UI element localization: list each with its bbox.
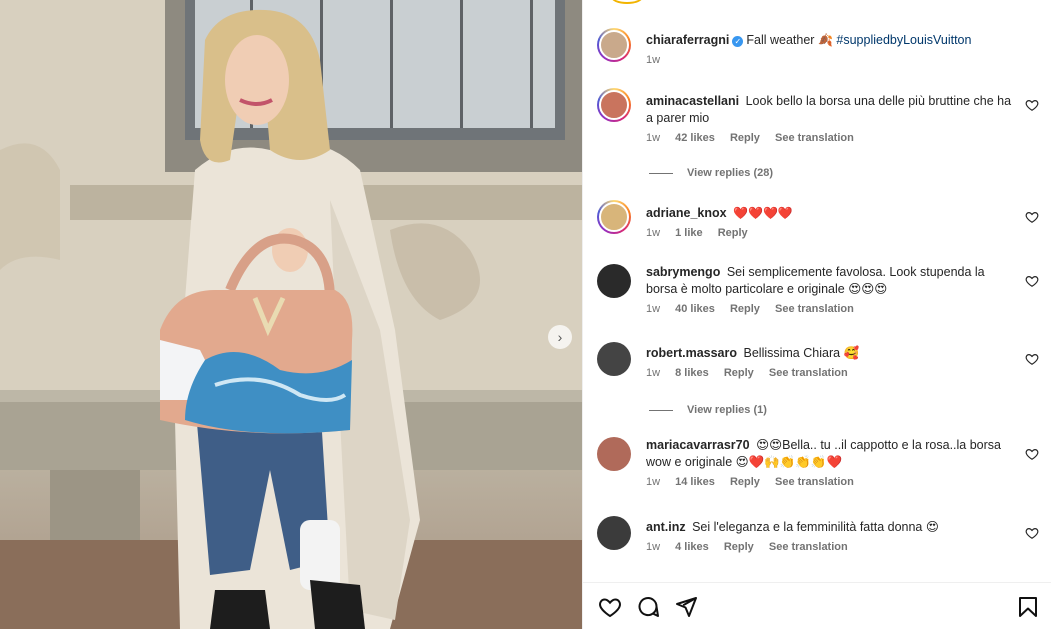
- comment-likes[interactable]: 40 likes: [675, 303, 715, 315]
- comment-time: 1w: [646, 227, 661, 239]
- view-replies-button[interactable]: View replies (28): [649, 167, 773, 179]
- next-photo-button[interactable]: ›: [548, 325, 572, 349]
- comment-text: Bellissima Chiara 🥰: [743, 346, 860, 360]
- reply-button[interactable]: Reply: [730, 303, 760, 315]
- see-translation-button[interactable]: See translation: [775, 132, 854, 144]
- verified-badge-icon: ✓: [732, 36, 744, 47]
- chevron-right-icon: ›: [557, 329, 563, 345]
- avatar[interactable]: [597, 88, 631, 122]
- comment-heart-icon[interactable]: [1025, 352, 1039, 366]
- see-translation-button[interactable]: See translation: [769, 367, 848, 379]
- reply-button[interactable]: Reply: [730, 132, 760, 144]
- comment-item: mariacavarrasr70 😍😍Bella.. tu ..il cappo…: [597, 437, 1047, 488]
- comment-heart-icon[interactable]: [1025, 526, 1039, 540]
- avatar[interactable]: [597, 264, 631, 298]
- avatar[interactable]: [597, 516, 631, 550]
- comment-item: robert.massaro Bellissima Chiara 🥰 1w 8 …: [597, 342, 1047, 379]
- reply-button[interactable]: Reply: [724, 367, 754, 379]
- story-ring-fragment: [611, 0, 643, 4]
- comment-icon[interactable]: [636, 595, 660, 619]
- comment-username[interactable]: adriane_knox: [646, 206, 727, 220]
- comment-time: 1w: [646, 367, 661, 379]
- comment-time: 1w: [646, 541, 661, 553]
- heart-icon[interactable]: [598, 595, 622, 619]
- comment-time: 1w: [646, 476, 661, 488]
- comment-heart-icon[interactable]: [1025, 98, 1039, 112]
- bookmark-icon[interactable]: [1016, 595, 1040, 619]
- comment-text: Sei l'eleganza e la femminilità fatta do…: [692, 520, 939, 534]
- see-translation-button[interactable]: See translation: [769, 541, 848, 553]
- hashtag-link[interactable]: #suppliedbyLouisVuitton: [836, 33, 971, 47]
- post-caption: chiaraferragni ✓ Fall weather 🍂 #suppliedb…: [597, 28, 1016, 66]
- comment-heart-icon[interactable]: [1025, 274, 1039, 288]
- photo-illustration: [0, 0, 582, 629]
- post-actions-bar: [583, 582, 1051, 629]
- avatar[interactable]: [597, 342, 631, 376]
- comment-likes[interactable]: 4 likes: [675, 541, 709, 553]
- comment-item: adriane_knox ❤️❤️❤️❤️ 1w 1 like Reply: [597, 200, 1047, 239]
- comments-panel: chiaraferragni ✓ Fall weather 🍂 #suppliedb…: [582, 0, 1051, 629]
- comment-time: 1w: [646, 303, 661, 315]
- comment-username[interactable]: robert.massaro: [646, 346, 737, 360]
- caption-text: Fall weather: [746, 33, 815, 47]
- share-icon[interactable]: [674, 595, 698, 619]
- comment-item: aminacastellani Look bello la borsa una …: [597, 88, 1047, 144]
- comment-likes[interactable]: 14 likes: [675, 476, 715, 488]
- post-username[interactable]: chiaraferragni: [646, 33, 729, 47]
- comment-likes[interactable]: 42 likes: [675, 132, 715, 144]
- reply-button[interactable]: Reply: [724, 541, 754, 553]
- view-replies-button[interactable]: View replies (1): [649, 404, 767, 416]
- post-time: 1w: [646, 54, 661, 66]
- comment-item: ant.inz Sei l'eleganza e la femminilità …: [597, 516, 1047, 553]
- post-photo: ›: [0, 0, 582, 629]
- avatar[interactable]: [597, 437, 631, 471]
- comment-username[interactable]: aminacastellani: [646, 94, 739, 108]
- caption-emoji: 🍂: [817, 33, 833, 47]
- comment-likes[interactable]: 8 likes: [675, 367, 709, 379]
- comment-heart-icon[interactable]: [1025, 447, 1039, 461]
- reply-button[interactable]: Reply: [730, 476, 760, 488]
- comment-heart-icon[interactable]: [1025, 210, 1039, 224]
- comment-item: sabrymengo Sei semplicemente favolosa. L…: [597, 264, 1047, 315]
- comment-username[interactable]: ant.inz: [646, 520, 686, 534]
- comment-username[interactable]: mariacavarrasr70: [646, 438, 750, 452]
- see-translation-button[interactable]: See translation: [775, 476, 854, 488]
- avatar[interactable]: [597, 28, 631, 62]
- avatar[interactable]: [597, 200, 631, 234]
- reply-button[interactable]: Reply: [718, 227, 748, 239]
- comment-username[interactable]: sabrymengo: [646, 265, 720, 279]
- comment-time: 1w: [646, 132, 661, 144]
- comment-likes[interactable]: 1 like: [675, 227, 703, 239]
- see-translation-button[interactable]: See translation: [775, 303, 854, 315]
- comment-text: ❤️❤️❤️❤️: [733, 206, 793, 220]
